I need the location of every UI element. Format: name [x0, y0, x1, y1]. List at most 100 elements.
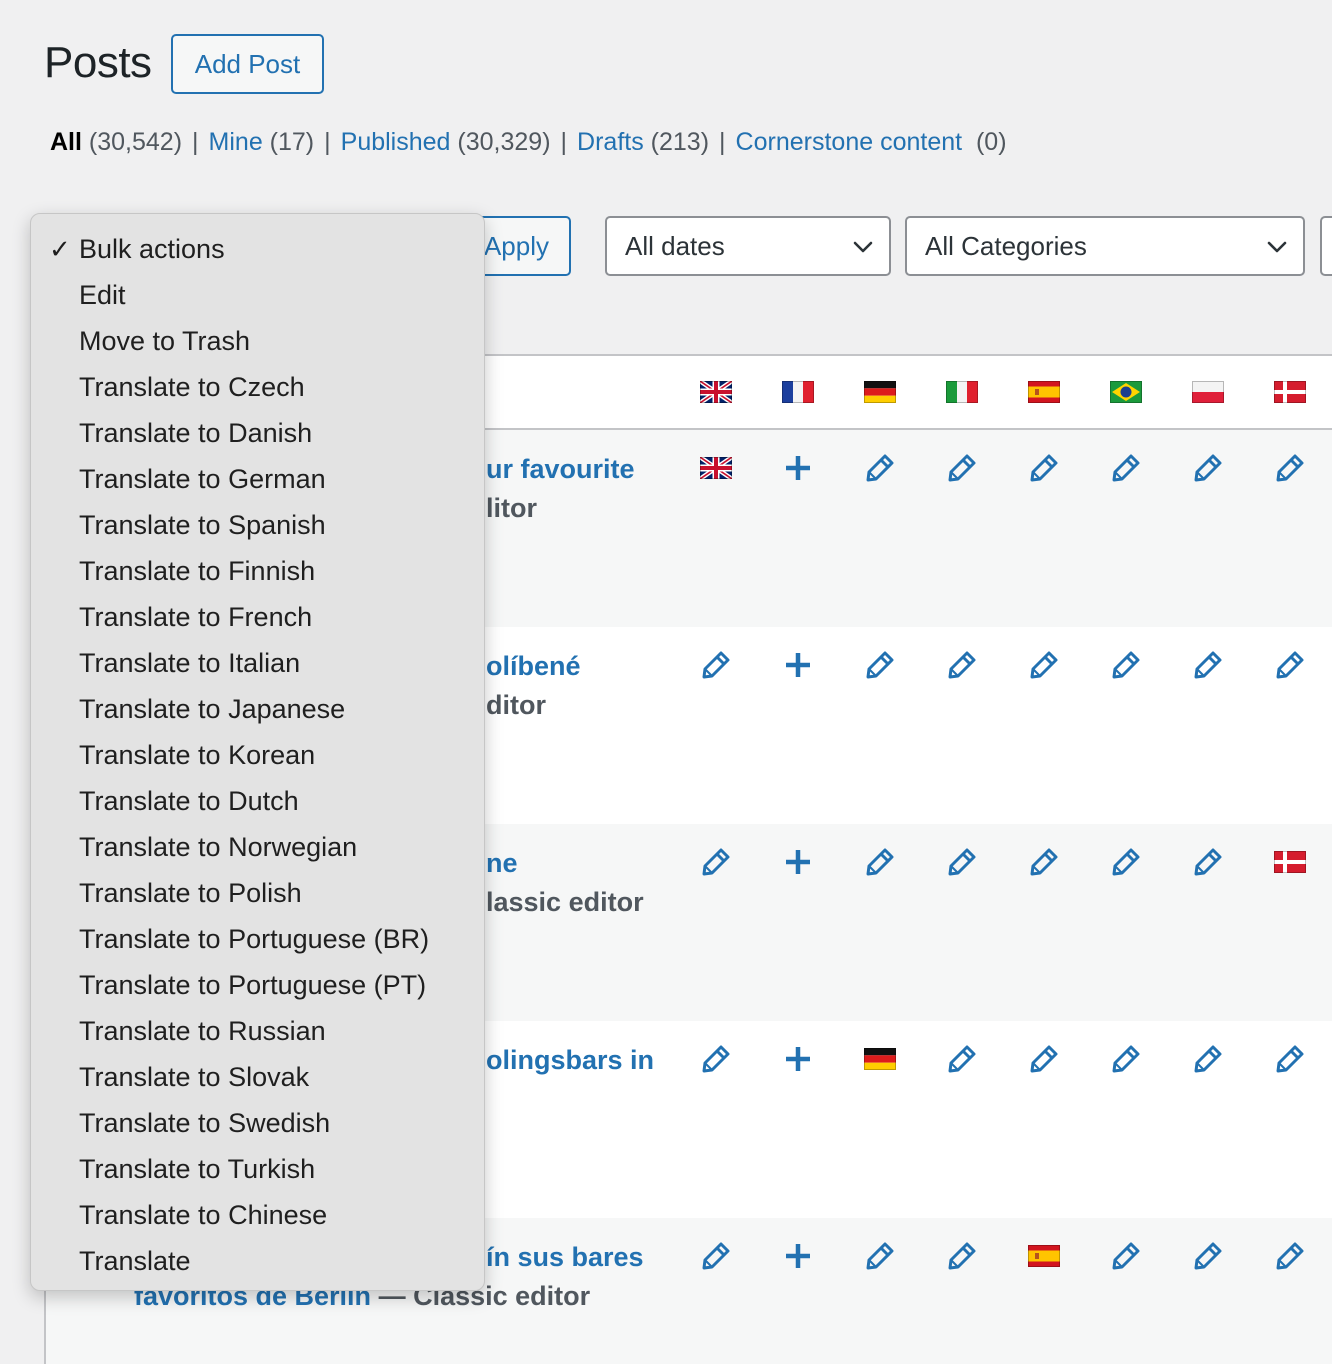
add-translation-button[interactable]	[778, 842, 818, 882]
bulk-action-option[interactable]: Move to Trash	[31, 318, 484, 364]
categories-filter-select[interactable]: All Categories	[905, 216, 1305, 276]
dk-flag-icon	[1274, 851, 1306, 873]
pencil-icon	[1276, 1242, 1304, 1270]
edit-translation-button[interactable]	[1024, 1039, 1064, 1079]
edit-translation-button[interactable]	[1188, 842, 1228, 882]
add-translation-button[interactable]	[778, 1236, 818, 1276]
edit-translation-button[interactable]	[1188, 448, 1228, 488]
translation-flag[interactable]	[1024, 1236, 1064, 1276]
fr-flag-icon	[782, 381, 814, 403]
bulk-action-option[interactable]: Translate to Japanese	[31, 686, 484, 732]
edit-translation-button[interactable]	[696, 842, 736, 882]
pencil-icon	[1194, 1242, 1222, 1270]
column-it-flag	[942, 372, 982, 412]
translation-flag[interactable]	[1270, 842, 1310, 882]
uk-flag-icon	[700, 457, 732, 479]
pencil-icon	[866, 454, 894, 482]
bulk-action-option[interactable]: Translate to German	[31, 456, 484, 502]
bulk-action-label: Translate to Dutch	[79, 786, 299, 816]
bulk-action-option[interactable]: Translate to Finnish	[31, 548, 484, 594]
plus-icon	[786, 850, 810, 874]
plus-icon	[786, 1244, 810, 1268]
bulk-action-option[interactable]: Translate to Swedish	[31, 1100, 484, 1146]
dates-filter-value: All dates	[625, 230, 725, 261]
dates-filter-select[interactable]: All dates	[605, 216, 891, 276]
bulk-action-option[interactable]: Translate to French	[31, 594, 484, 640]
edit-translation-button[interactable]	[1106, 1039, 1146, 1079]
bulk-action-option[interactable]: Translate to Czech	[31, 364, 484, 410]
edit-translation-button[interactable]	[1024, 645, 1064, 685]
chevron-down-icon	[853, 241, 873, 253]
add-translation-button[interactable]	[778, 645, 818, 685]
view-cornerstone-count: (0)	[975, 128, 1007, 156]
post-title-text[interactable]: litor	[486, 493, 537, 523]
edit-translation-button[interactable]	[1188, 645, 1228, 685]
view-all-count: (30,542)	[88, 128, 183, 156]
bulk-action-option[interactable]: Translate to Chinese	[31, 1192, 484, 1238]
edit-translation-button[interactable]	[860, 645, 900, 685]
translation-flag[interactable]	[860, 1039, 900, 1079]
plus-icon	[786, 653, 810, 677]
edit-translation-button[interactable]	[1024, 448, 1064, 488]
edit-translation-button[interactable]	[1270, 1039, 1310, 1079]
edit-translation-button[interactable]	[860, 448, 900, 488]
bulk-action-label: Translate to Czech	[79, 372, 305, 402]
edit-translation-button[interactable]	[942, 1236, 982, 1276]
bulk-action-option[interactable]: Translate to Dutch	[31, 778, 484, 824]
post-title-text[interactable]: ditor	[486, 690, 546, 720]
edit-translation-button[interactable]	[1270, 448, 1310, 488]
bulk-action-option[interactable]: Translate to Italian	[31, 640, 484, 686]
es-flag-icon	[1028, 1245, 1060, 1267]
bulk-action-option[interactable]: Translate	[31, 1238, 484, 1284]
edit-translation-button[interactable]	[1106, 448, 1146, 488]
edit-translation-button[interactable]	[1188, 1236, 1228, 1276]
edit-translation-button[interactable]	[696, 1039, 736, 1079]
edit-translation-button[interactable]	[1106, 645, 1146, 685]
column-dk-flag	[1270, 372, 1310, 412]
column-uk-flag	[696, 372, 736, 412]
edit-translation-button[interactable]	[860, 842, 900, 882]
edit-translation-button[interactable]	[1106, 842, 1146, 882]
view-all[interactable]: All	[50, 128, 82, 156]
bulk-action-option[interactable]: Translate to Norwegian	[31, 824, 484, 870]
bulk-action-option[interactable]: ✓ Bulk actions	[31, 226, 484, 272]
bulk-action-option[interactable]: Translate to Polish	[31, 870, 484, 916]
bulk-action-option[interactable]: Translate to Korean	[31, 732, 484, 778]
bulk-action-option[interactable]: Translate to Danish	[31, 410, 484, 456]
edit-translation-button[interactable]	[1270, 1236, 1310, 1276]
translation-flag[interactable]	[696, 448, 736, 488]
view-drafts[interactable]: Drafts	[577, 128, 644, 156]
add-translation-button[interactable]	[778, 448, 818, 488]
edit-translation-button[interactable]	[942, 645, 982, 685]
extra-filter-select[interactable]	[1320, 216, 1332, 276]
edit-translation-button[interactable]	[696, 1236, 736, 1276]
edit-translation-button[interactable]	[696, 645, 736, 685]
add-translation-button[interactable]	[778, 1039, 818, 1079]
edit-translation-button[interactable]	[1106, 1236, 1146, 1276]
post-title-text[interactable]: lassic editor	[486, 887, 644, 917]
edit-translation-button[interactable]	[1024, 842, 1064, 882]
view-mine[interactable]: Mine	[209, 128, 263, 156]
bulk-action-option[interactable]: Translate to Spanish	[31, 502, 484, 548]
bulk-action-option[interactable]: Translate to Portuguese (PT)	[31, 962, 484, 1008]
edit-translation-button[interactable]	[1188, 1039, 1228, 1079]
bulk-action-option[interactable]: Translate to Russian	[31, 1008, 484, 1054]
edit-translation-button[interactable]	[1270, 645, 1310, 685]
bulk-action-option[interactable]: Translate to Turkish	[31, 1146, 484, 1192]
edit-translation-button[interactable]	[942, 448, 982, 488]
edit-translation-button[interactable]	[942, 842, 982, 882]
pencil-icon	[1194, 651, 1222, 679]
view-cornerstone[interactable]: Cornerstone content	[736, 128, 963, 156]
pencil-icon	[1194, 1045, 1222, 1073]
view-separator: |	[192, 128, 199, 156]
de-flag-icon	[864, 381, 896, 403]
bulk-action-option[interactable]: Translate to Portuguese (BR)	[31, 916, 484, 962]
bulk-action-option[interactable]: Edit	[31, 272, 484, 318]
edit-translation-button[interactable]	[942, 1039, 982, 1079]
edit-translation-button[interactable]	[860, 1236, 900, 1276]
bulk-action-option[interactable]: Translate to Slovak	[31, 1054, 484, 1100]
view-published-count: (30,329)	[457, 128, 551, 156]
bulk-action-label: Translate to Spanish	[79, 510, 326, 540]
view-published[interactable]: Published	[341, 128, 451, 156]
add-post-button[interactable]: Add Post	[171, 34, 324, 94]
